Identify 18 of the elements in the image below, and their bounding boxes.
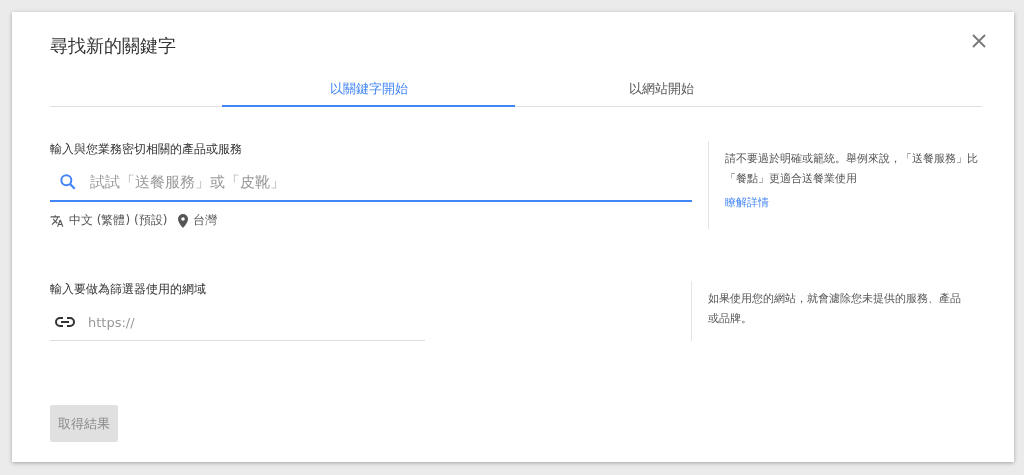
close-icon <box>972 34 986 48</box>
search-icon <box>58 172 78 192</box>
help-text: 請不要過於明確或籠統。舉例來說，「送餐服務」比「餐點」更適合送餐業使用 <box>725 151 980 187</box>
tab[interactable]: 以網站開始 <box>515 72 808 107</box>
dialog-title: 尋找新的關鍵字 <box>50 34 176 58</box>
translate-icon <box>50 213 64 228</box>
link-icon <box>54 316 76 328</box>
keyword-input[interactable]: 試試「送餐服務」或「皮靴」 <box>88 172 693 192</box>
location-label: 台灣 <box>193 212 218 229</box>
location-pin-icon <box>178 213 189 228</box>
field-label: 輸入與您業務密切相關的產品或服務 <box>50 141 243 158</box>
close-button[interactable] <box>970 32 988 50</box>
domain-input[interactable]: https:// <box>86 313 425 331</box>
learn-more-link[interactable]: 瞭解詳情 <box>725 195 770 210</box>
tab[interactable]: 以關鍵字開始 <box>222 72 515 107</box>
help-text: 如果使用您的網站，就會濾除您未提供的服務、產品或品牌。 <box>708 291 962 327</box>
field-label: 輸入要做為篩選器使用的網域 <box>50 281 207 298</box>
language-label: 中文 (繁體) (預設) <box>69 212 168 229</box>
